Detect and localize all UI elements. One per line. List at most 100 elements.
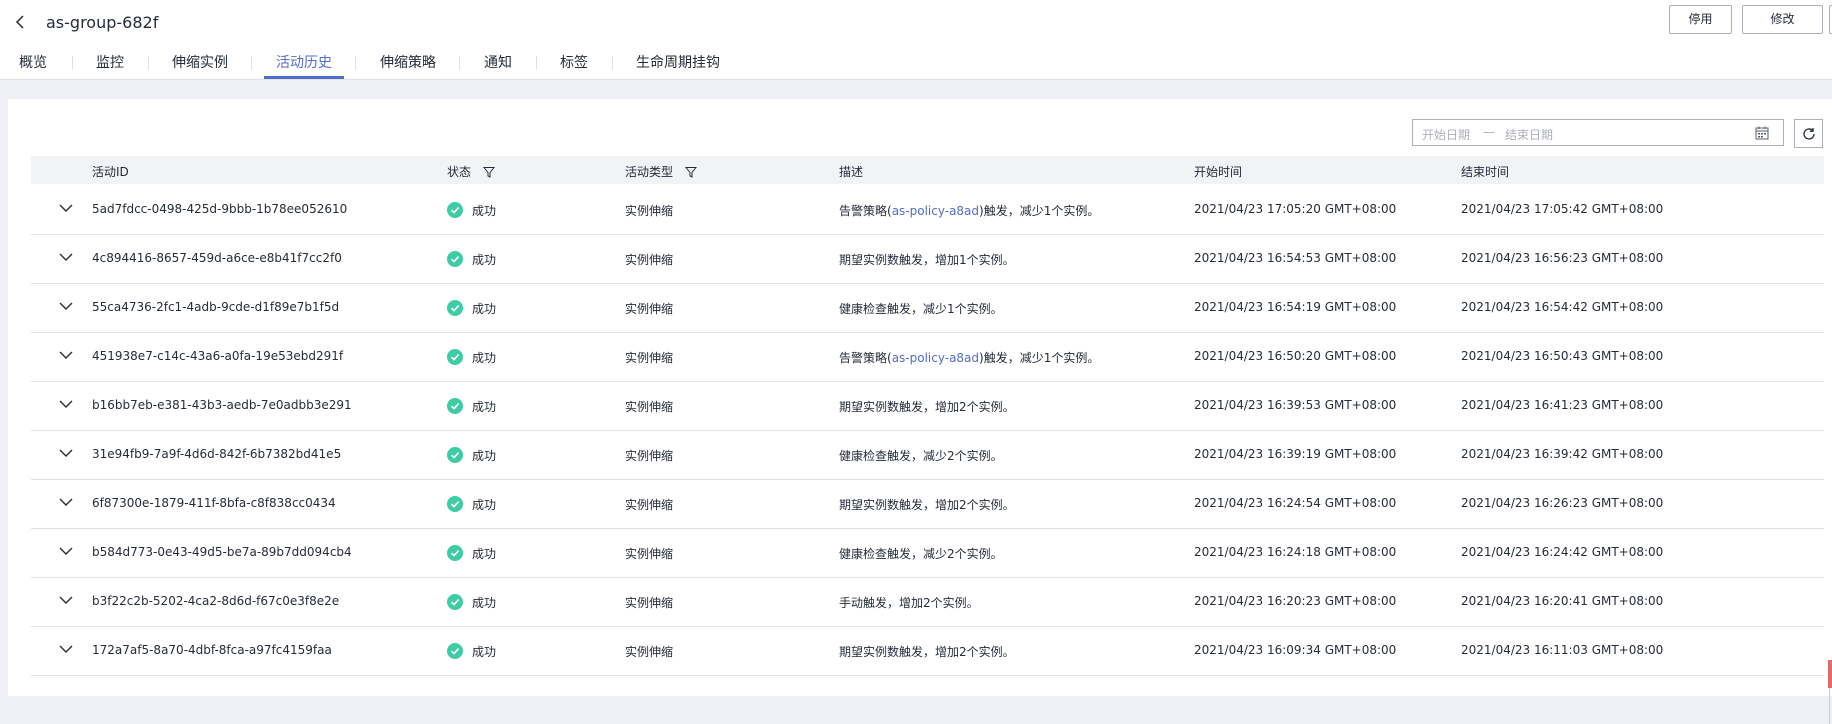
- tab-activity-history[interactable]: 活动历史: [276, 52, 332, 72]
- chevron-down-icon[interactable]: [59, 498, 73, 507]
- header-divider: [0, 79, 1832, 80]
- description-text: 期望实例数触发，增加2个实例。: [839, 498, 1015, 512]
- tab-tags[interactable]: 标签: [560, 52, 588, 72]
- activity-type: 实例伸缩: [625, 302, 674, 316]
- table-row[interactable]: b3f22c2b-5202-4ca2-8d6d-f67c0e3f8e2e 成功 实例…: [31, 577, 1824, 627]
- type-header-label: 活动类型: [625, 165, 674, 179]
- success-check-icon: [447, 349, 463, 365]
- activity-type: 实例伸缩: [625, 645, 674, 659]
- activity-type: 实例伸缩: [625, 596, 674, 610]
- table-header: 活动ID 状态 活动类型 描述 开始时间 结束时间: [31, 156, 1824, 184]
- refresh-button[interactable]: [1794, 119, 1823, 148]
- activity-id: 172a7af5-8a70-4dbf-8fca-a97fc4159faa: [92, 643, 332, 657]
- activity-id: b584d773-0e43-49d5-be7a-89b7dd094cb4: [92, 545, 352, 559]
- activity-type: 实例伸缩: [625, 400, 674, 414]
- activity-id: 31e94fb9-7a9f-4d6d-842f-6b7382bd41e5: [92, 447, 342, 461]
- status-text: 成功: [472, 351, 497, 365]
- description-text: 告警策略(: [839, 351, 892, 365]
- table-row[interactable]: 4c894416-8657-459d-a6ce-e8b41f7cc2f0 成功 实例…: [31, 234, 1824, 284]
- tab-scaling-policies[interactable]: 伸缩策略: [380, 52, 436, 72]
- description-text: 告警策略(: [839, 204, 892, 218]
- success-check-icon: [447, 300, 463, 316]
- end-time: 2021/04/23 16:24:42 GMT+08:00: [1461, 545, 1664, 559]
- tab-lifecycle-hooks[interactable]: 生命周期挂钩: [636, 52, 720, 72]
- chevron-down-icon[interactable]: [59, 547, 73, 556]
- start-time: 2021/04/23 16:09:34 GMT+08:00: [1194, 643, 1397, 657]
- table-row[interactable]: 5ad7fdcc-0498-425d-9bbb-1b78ee052610 成功 实例…: [31, 185, 1824, 235]
- chevron-down-icon[interactable]: [59, 204, 73, 213]
- column-header-activity-id: 活动ID: [92, 165, 129, 179]
- end-time: 2021/04/23 16:26:23 GMT+08:00: [1461, 496, 1664, 510]
- side-float-tab[interactable]: [1828, 660, 1832, 688]
- table-row[interactable]: b16bb7eb-e381-43b3-aedb-7e0adbb3e291 成功 实例…: [31, 381, 1824, 431]
- tab-separator: [148, 56, 149, 70]
- start-time: 2021/04/23 16:50:20 GMT+08:00: [1194, 349, 1397, 363]
- end-date-input[interactable]: 结束日期: [1505, 126, 1553, 143]
- description-text: 手动触发，增加2个实例。: [839, 596, 979, 610]
- activity-type: 实例伸缩: [625, 498, 674, 512]
- chevron-down-icon[interactable]: [59, 400, 73, 409]
- chevron-down-icon[interactable]: [59, 302, 73, 311]
- start-time: 2021/04/23 16:24:18 GMT+08:00: [1194, 545, 1397, 559]
- date-range-picker[interactable]: 开始日期 — 结束日期: [1412, 119, 1784, 146]
- policy-link[interactable]: as-policy-a8ad: [892, 204, 979, 218]
- policy-link[interactable]: as-policy-a8ad: [892, 351, 979, 365]
- description-text: 健康检查触发，减少2个实例。: [839, 547, 1003, 561]
- chevron-down-icon[interactable]: [59, 645, 73, 654]
- activity-description: 手动触发，增加2个实例。: [839, 594, 979, 611]
- description-text: 期望实例数触发，增加2个实例。: [839, 400, 1015, 414]
- description-text-suffix: )触发，减少1个实例。: [979, 204, 1100, 218]
- start-date-input[interactable]: 开始日期: [1422, 126, 1470, 143]
- calendar-icon[interactable]: [1755, 126, 1769, 140]
- start-time: 2021/04/23 16:39:53 GMT+08:00: [1194, 398, 1397, 412]
- activity-id: b3f22c2b-5202-4ca2-8d6d-f67c0e3f8e2e: [92, 594, 340, 608]
- end-time: 2021/04/23 16:20:41 GMT+08:00: [1461, 594, 1664, 608]
- end-time: 2021/04/23 16:50:43 GMT+08:00: [1461, 349, 1664, 363]
- tab-separator: [72, 56, 73, 70]
- tab-separator: [251, 56, 252, 70]
- column-header-status: 状态: [447, 163, 495, 180]
- activity-description: 告警策略(as-policy-a8ad)触发，减少1个实例。: [839, 202, 1099, 219]
- status-text: 成功: [472, 253, 497, 267]
- chevron-down-icon[interactable]: [59, 596, 73, 605]
- activity-description: 健康检查触发，减少2个实例。: [839, 447, 1003, 464]
- date-separator: —: [1483, 125, 1495, 139]
- modify-button[interactable]: 修改: [1742, 5, 1823, 34]
- stop-button[interactable]: 停用: [1669, 5, 1732, 34]
- table-row[interactable]: 172a7af5-8a70-4dbf-8fca-a97fc4159faa 成功 实例…: [31, 626, 1824, 676]
- activity-description: 期望实例数触发，增加1个实例。: [839, 251, 1015, 268]
- start-time: 2021/04/23 16:39:19 GMT+08:00: [1194, 447, 1397, 461]
- tab-notifications[interactable]: 通知: [484, 52, 512, 72]
- chevron-down-icon[interactable]: [59, 449, 73, 458]
- end-time: 2021/04/23 16:41:23 GMT+08:00: [1461, 398, 1664, 412]
- activity-id: b16bb7eb-e381-43b3-aedb-7e0adbb3e291: [92, 398, 352, 412]
- scrollbar[interactable]: [1829, 688, 1830, 724]
- tab-overview[interactable]: 概览: [19, 52, 47, 72]
- activity-description: 告警策略(as-policy-a8ad)触发，减少1个实例。: [839, 349, 1099, 366]
- table-row[interactable]: 31e94fb9-7a9f-4d6d-842f-6b7382bd41e5 成功 实例…: [31, 430, 1824, 480]
- refresh-icon: [1803, 128, 1815, 140]
- chevron-down-icon[interactable]: [59, 351, 73, 360]
- back-arrow-icon[interactable]: [12, 14, 28, 30]
- status-text: 成功: [472, 302, 497, 316]
- end-time: 2021/04/23 17:05:42 GMT+08:00: [1461, 202, 1664, 216]
- success-check-icon: [447, 202, 463, 218]
- status-text: 成功: [472, 596, 497, 610]
- start-time: 2021/04/23 16:20:23 GMT+08:00: [1194, 594, 1397, 608]
- activity-description: 期望实例数触发，增加2个实例。: [839, 398, 1015, 415]
- activity-description: 健康检查触发，减少1个实例。: [839, 300, 1003, 317]
- activity-history-panel: 开始日期 — 结束日期 活动ID 状态 活动类型 描述 开始时间 结束时间 5a…: [8, 99, 1832, 696]
- chevron-down-icon[interactable]: [59, 253, 73, 262]
- filter-icon[interactable]: [684, 166, 697, 178]
- status-text: 成功: [472, 204, 497, 218]
- table-row[interactable]: 55ca4736-2fc1-4adb-9cde-d1f89e7b1f5d 成功 实例…: [31, 283, 1824, 333]
- tab-monitoring[interactable]: 监控: [96, 52, 124, 72]
- tab-scaling-instances[interactable]: 伸缩实例: [172, 52, 228, 72]
- start-time: 2021/04/23 16:54:19 GMT+08:00: [1194, 300, 1397, 314]
- page-header: as-group-682f 停用 修改 概览 监控 伸缩实例 活动历史 伸缩策略…: [0, 0, 1832, 80]
- status-text: 成功: [472, 400, 497, 414]
- filter-icon[interactable]: [482, 166, 495, 178]
- table-row[interactable]: 6f87300e-1879-411f-8bfa-c8f838cc0434 成功 实例…: [31, 479, 1824, 529]
- table-row[interactable]: 451938e7-c14c-43a6-a0fa-19e53ebd291f 成功 实例…: [31, 332, 1824, 382]
- table-row[interactable]: b584d773-0e43-49d5-be7a-89b7dd094cb4 成功 实例…: [31, 528, 1824, 578]
